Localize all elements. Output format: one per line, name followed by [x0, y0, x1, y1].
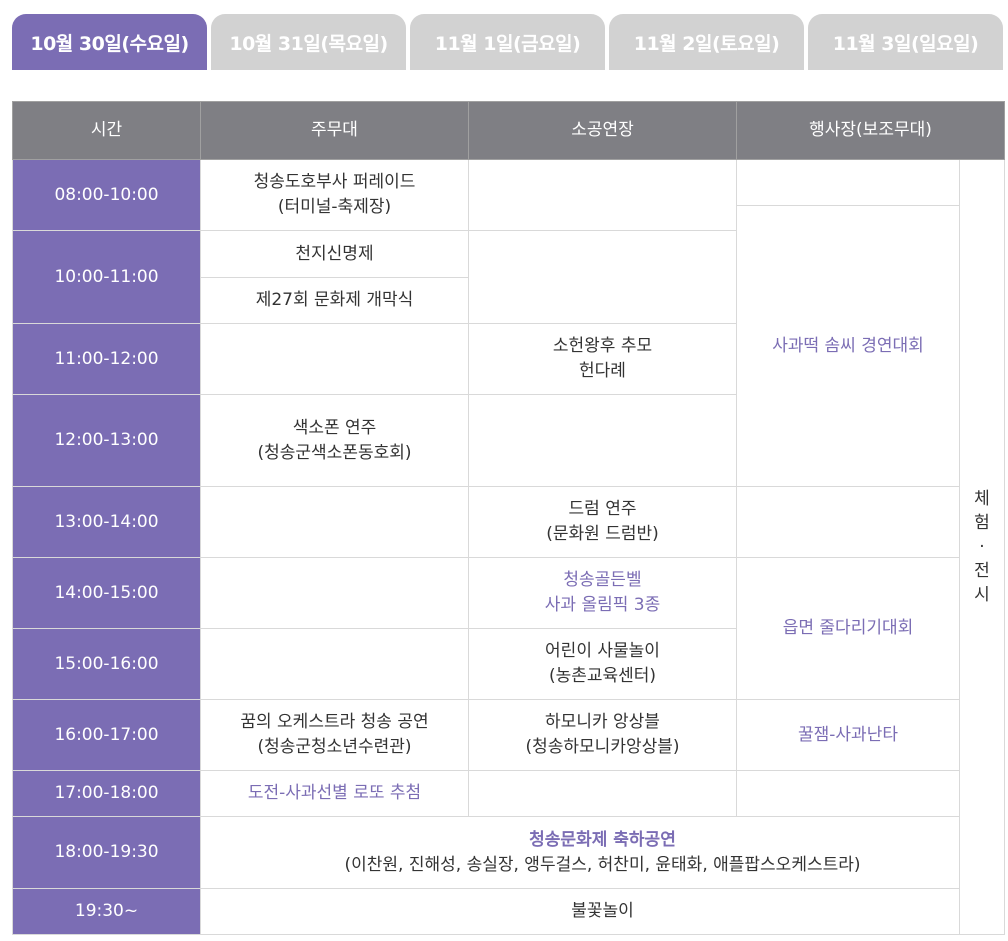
time-cell: 15:00-16:00: [12, 628, 201, 700]
time-cell: 10:00-11:00: [12, 230, 201, 324]
tab-nov-1[interactable]: 11월 1일(금요일): [410, 14, 605, 70]
small-empty: [468, 159, 737, 231]
table-row: 16:00-17:00 꿈의 오케스트라 청송 공연 (청송군청소년수련관) 하…: [12, 699, 1005, 771]
time-cell: 19:30~: [12, 888, 201, 935]
main-sax: 색소폰 연주 (청송군색소폰동호회): [200, 394, 469, 487]
main-empty: [200, 628, 469, 700]
time-cell: 18:00-19:30: [12, 816, 201, 889]
venue-empty: [736, 770, 960, 817]
main-orchestra: 꿈의 오케스트라 청송 공연 (청송군청소년수련관): [200, 699, 469, 771]
celebration-title: 청송문화제 축하공연: [529, 829, 676, 850]
time-cell: 13:00-14:00: [12, 486, 201, 558]
main-empty: [200, 557, 469, 629]
header-main-stage: 주무대: [200, 101, 469, 160]
main-parade-title: 청송도호부사 퍼레이드: [253, 172, 416, 192]
time-cell: 08:00-10:00: [12, 159, 201, 231]
table-row: 14:00-15:00 청송골든벨 사과 올림픽 3종 읍면 줄다리기대회: [12, 557, 1005, 700]
small-drum: 드럼 연주 (문화원 드럼반): [468, 486, 737, 558]
header-small-hall: 소공연장: [468, 101, 737, 160]
main-orchestra-group: (청송군청소년수련관): [257, 737, 412, 757]
main-parade: 청송도호부사 퍼레이드 (터미널-축제장): [200, 159, 469, 231]
small-empty: [468, 394, 737, 487]
time-cell: 17:00-18:00: [12, 770, 201, 817]
table-row: 13:00-14:00 드럼 연주 (문화원 드럼반): [12, 486, 1005, 558]
venue-ricecake-contest: 사과떡 솜씨 경연대회: [736, 205, 960, 487]
day-tabs: 10월 30일(수요일) 10월 31일(목요일) 11월 1일(금요일) 11…: [12, 14, 1004, 70]
small-kids-samul: 어린이 사물놀이 (농촌교육센터): [468, 628, 737, 700]
small-harmonica-group: (청송하모니카앙상블): [525, 737, 680, 757]
header-row: 시간 주무대 소공연장 행사장(보조무대): [12, 101, 1005, 160]
small-kids-group: (농촌교육센터): [548, 666, 657, 686]
celebration-concert: 청송문화제 축하공연 (이찬원, 진해성, 송실장, 앵두걸스, 허찬미, 윤태…: [200, 816, 1005, 889]
small-memorial-line1: 소헌왕후 추모: [552, 336, 653, 356]
venue-apple-nanta: 꿀잼-사과난타: [736, 699, 960, 771]
time-cell: 12:00-13:00: [12, 394, 201, 487]
main-orchestra-title: 꿈의 오케스트라 청송 공연: [240, 712, 429, 732]
small-harmonica-title: 하모니카 앙상블: [545, 712, 660, 732]
main-lotto-draw: 도전-사과선별 로또 추첨: [200, 770, 469, 817]
small-drum-group: (문화원 드럼반): [546, 524, 659, 544]
table-row: 19:30~ 불꽃놀이: [12, 888, 1005, 935]
small-harmonica: 하모니카 앙상블 (청송하모니카앙상블): [468, 699, 737, 771]
small-empty: [468, 770, 737, 817]
celebration-cast: (이찬원, 진해성, 송실장, 앵두걸스, 허찬미, 윤태화, 애플팝스오케스트…: [344, 854, 861, 875]
table-row: 17:00-18:00 도전-사과선별 로또 추첨: [12, 770, 1005, 817]
small-golden-bell: 청송골든벨 사과 올림픽 3종: [468, 557, 737, 629]
tab-nov-2[interactable]: 11월 2일(토요일): [609, 14, 804, 70]
main-ritual: 천지신명제: [200, 230, 469, 278]
exhibit-label: 체험·전시: [974, 488, 990, 605]
fireworks: 불꽃놀이: [200, 888, 1005, 935]
tab-oct-30[interactable]: 10월 30일(수요일): [12, 14, 207, 70]
time-cell: 14:00-15:00: [12, 557, 201, 629]
header-time: 시간: [12, 101, 201, 160]
venue-tug-of-war: 읍면 줄다리기대회: [736, 557, 960, 700]
small-empty: [468, 230, 737, 324]
small-memorial-line2: 헌다례: [579, 361, 626, 381]
main-empty: [200, 323, 469, 395]
venue-empty: [736, 159, 960, 206]
table-row: 08:00-10:00 청송도호부사 퍼레이드 (터미널-축제장) 체험·전시: [12, 159, 1005, 935]
small-golden-bell-title: 청송골든벨: [563, 570, 642, 590]
small-golden-bell-sub: 사과 올림픽 3종: [544, 595, 661, 615]
tab-oct-31[interactable]: 10월 31일(목요일): [211, 14, 406, 70]
small-kids-title: 어린이 사물놀이: [545, 641, 660, 661]
small-drum-title: 드럼 연주: [568, 499, 637, 519]
main-parade-route: (터미널-축제장): [277, 197, 392, 217]
main-empty: [200, 486, 469, 558]
main-opening: 제27회 문화제 개막식: [200, 277, 469, 324]
schedule-table: 시간 주무대 소공연장 행사장(보조무대) 08:00-10:00 청송도호부사…: [12, 101, 1005, 935]
header-venue: 행사장(보조무대): [736, 101, 1005, 160]
time-cell: 16:00-17:00: [12, 699, 201, 771]
main-sax-title: 색소폰 연주: [292, 417, 377, 438]
main-sax-group: (청송군색소폰동호회): [257, 442, 412, 463]
tab-nov-3[interactable]: 11월 3일(일요일): [808, 14, 1003, 70]
small-memorial: 소헌왕후 추모 헌다례: [468, 323, 737, 395]
table-row: 18:00-19:30 청송문화제 축하공연 (이찬원, 진해성, 송실장, 앵…: [12, 816, 1005, 889]
time-cell: 11:00-12:00: [12, 323, 201, 395]
